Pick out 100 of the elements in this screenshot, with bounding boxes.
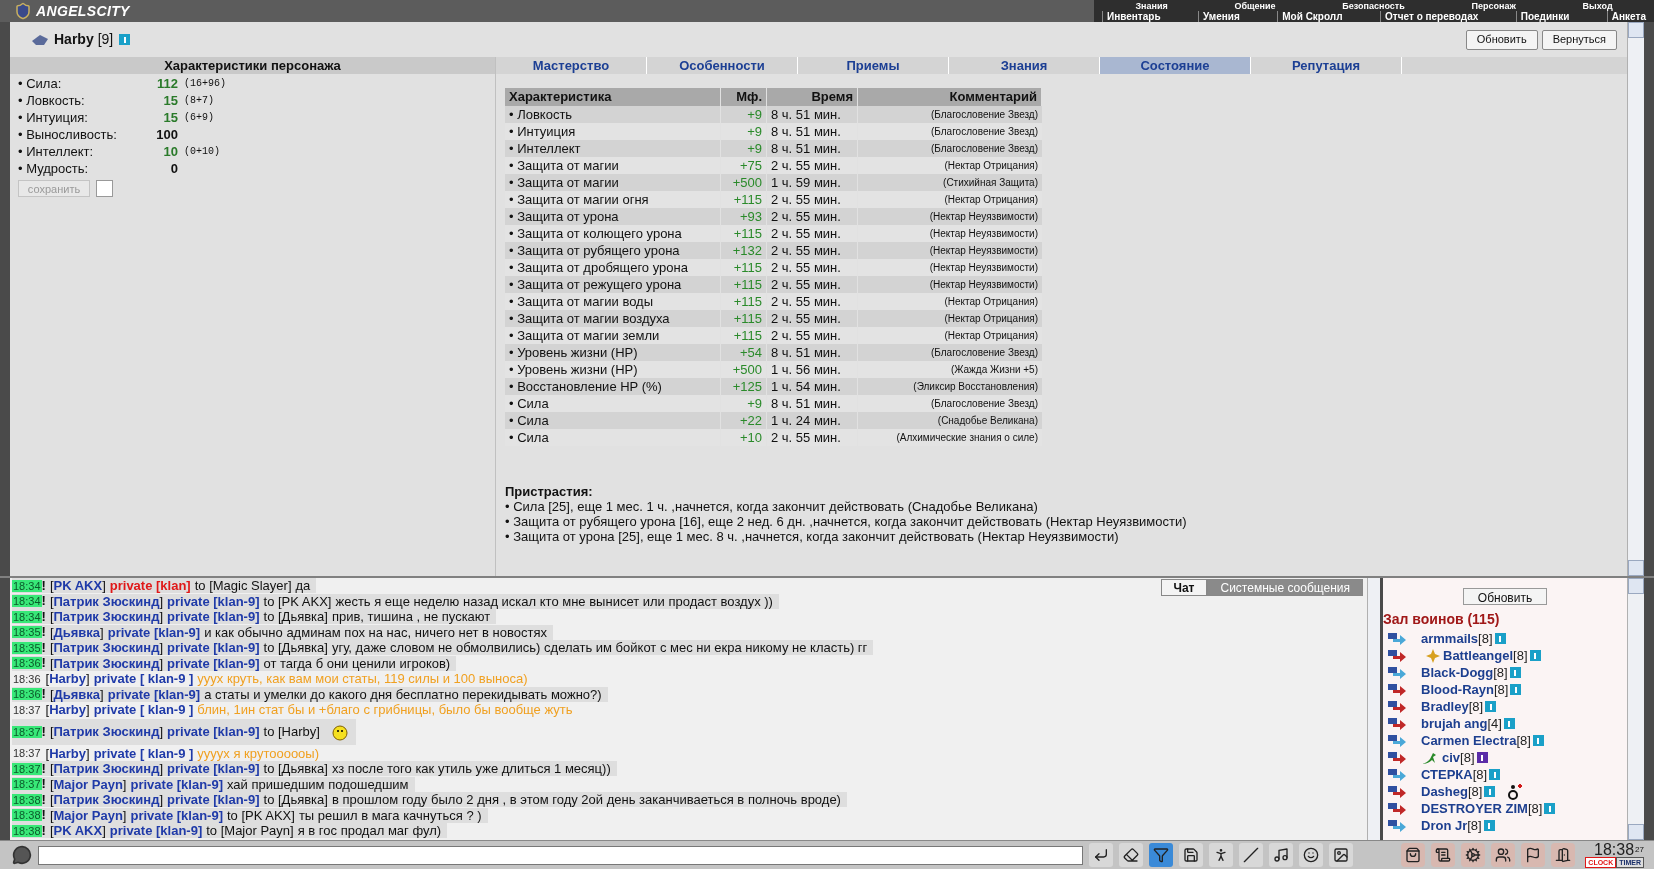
stat-value: 10 bbox=[162, 142, 178, 161]
menu-link[interactable]: Инвентарь bbox=[1102, 10, 1161, 22]
stat-label: • Интуиция: bbox=[18, 108, 89, 127]
table-cell: • Восстановление HP (%) bbox=[505, 378, 721, 395]
game-tool-icon[interactable] bbox=[1491, 843, 1516, 867]
game-tool-icon[interactable] bbox=[1401, 843, 1426, 867]
room-title: Зал воинов (115) bbox=[1383, 610, 1501, 629]
user-level: [8] bbox=[1493, 680, 1509, 699]
chat-message: 18:37 [Harby] private [ klan-9 ] блин, 1ин стат бы и +благо с грибницы, было бы вообще жуть bbox=[12, 702, 574, 718]
chat-message: 18:38! [Патрик Зюскинд] private [klan-9] to [Дьявка] в прошлом году было 2 дня , в этом году 2ой день заканчиваеться в полночь вроде) bbox=[12, 792, 847, 808]
user-level: [8] bbox=[1467, 782, 1483, 801]
chat-message: 18:34! [PK AKX] private [klan] to [Magic Slayer] да bbox=[12, 578, 317, 594]
scrollbar[interactable] bbox=[1627, 22, 1644, 576]
table-cell: +125 bbox=[721, 378, 767, 395]
game-tool-icon[interactable] bbox=[1551, 843, 1576, 867]
chat-tab[interactable]: Чат bbox=[1160, 579, 1208, 596]
user-level: [8] bbox=[1527, 799, 1543, 818]
stat-label: • Мудрость: bbox=[18, 159, 90, 178]
table-cell: 2 ч. 55 мин. bbox=[767, 208, 858, 225]
chat-message: 18:35! [Патрик Зюскинд] private [klan-9] to [Дьявка] угу, даже словом не обмолвились) сделать им бойкот с мес ни екра никому не класть) гг bbox=[12, 640, 874, 656]
table-cell: • Защита от рубящего урона bbox=[505, 242, 721, 259]
toolbar-icon[interactable] bbox=[1239, 843, 1263, 867]
tab[interactable]: Состояние bbox=[1100, 57, 1251, 74]
table-cell: 1 ч. 24 мин. bbox=[767, 412, 858, 429]
chat-message: 18:37! [Патрик Зюскинд] private [klan-9] to [Дьявка] хз после того как утиль уже длиться 1 месяц)) bbox=[12, 761, 617, 777]
addiction-item: • Сила [25], еще 1 мес. 1 ч. ,начнется, когда закончит действовать (Снадобье Великана) bbox=[505, 499, 1039, 514]
user-level: [8] bbox=[1472, 765, 1488, 784]
header-button[interactable]: Вернуться bbox=[1541, 29, 1617, 50]
chat-message: 18:36 [Harby] private [ klan-9 ] ууух круть, как вам мои статы, 119 силы и 100 выноса) bbox=[12, 671, 529, 687]
table-cell: +9 bbox=[721, 140, 767, 157]
user-level: [8] bbox=[1460, 748, 1475, 767]
table-cell: (Благословение Звезд) bbox=[858, 140, 1042, 157]
table-cell: +132 bbox=[721, 242, 767, 259]
toolbar-icon[interactable] bbox=[1179, 843, 1203, 867]
toolbar-icon[interactable] bbox=[1329, 843, 1353, 867]
menu-link[interactable]: Отчет о переводах bbox=[1380, 10, 1479, 22]
menu-link[interactable]: Поединки bbox=[1515, 10, 1570, 22]
table-cell: (Нектар Неуязвимости) bbox=[858, 242, 1042, 259]
table-cell: • Уровень жизни (HP) bbox=[505, 344, 721, 361]
user-level: [8] bbox=[1516, 731, 1531, 750]
message-input[interactable] bbox=[38, 845, 1083, 865]
stat-label: • Ловкость: bbox=[18, 91, 86, 110]
clock-seconds: 27 bbox=[1635, 843, 1644, 856]
table-cell: +93 bbox=[721, 208, 767, 225]
menu-link[interactable]: Умения bbox=[1198, 10, 1240, 22]
toolbar-icon[interactable] bbox=[1299, 843, 1323, 867]
menu-link[interactable]: Знания bbox=[1135, 0, 1168, 11]
panel-title: Характеристики персонажа bbox=[10, 57, 495, 74]
chat-message: 18:34! [Патрик Зюскинд] private [klan-9] to [PK AKX] жесть я еще неделю назад искал кто мне вынисет или продаст воздух )) bbox=[12, 593, 779, 609]
table-cell: (Благословение Звезд) bbox=[858, 106, 1042, 123]
stat-value: 100 bbox=[155, 125, 178, 144]
menu-link[interactable]: Безопасность bbox=[1342, 0, 1405, 11]
menu-link[interactable]: Выход bbox=[1582, 0, 1613, 11]
menu-link[interactable]: Мой Скролл bbox=[1277, 10, 1343, 22]
stat-value: 15 bbox=[162, 91, 178, 110]
shield-logo-icon bbox=[14, 2, 32, 20]
menu-link[interactable]: Общение bbox=[1234, 0, 1276, 11]
info-icon[interactable] bbox=[1476, 752, 1488, 763]
toolbar-icon[interactable] bbox=[1089, 843, 1113, 867]
scrollbar[interactable] bbox=[1367, 578, 1380, 840]
stat-bonus: (6+9) bbox=[184, 111, 214, 125]
checkbox[interactable] bbox=[96, 180, 113, 197]
chat-icon[interactable] bbox=[12, 845, 32, 865]
toolbar-icon[interactable] bbox=[1209, 843, 1233, 867]
toolbar-icon[interactable] bbox=[1149, 843, 1173, 867]
clock-time: 18:38 bbox=[1594, 842, 1635, 857]
stat-value: 15 bbox=[162, 108, 178, 127]
stat-label: • Выносливость: bbox=[18, 125, 118, 144]
scrollbar[interactable] bbox=[1627, 578, 1644, 840]
table-cell: (Эликсир Восстановления) bbox=[858, 378, 1042, 395]
menu-link[interactable]: Анкета bbox=[1606, 10, 1646, 22]
logo[interactable]: ANGELSCITY bbox=[36, 0, 130, 22]
table-cell: (Стихийная Защита) bbox=[858, 174, 1042, 191]
stat-label: • Интеллект: bbox=[18, 142, 95, 161]
table-cell: • Защита от магии воздуха bbox=[505, 310, 721, 327]
game-tool-icon[interactable] bbox=[1521, 843, 1546, 867]
toolbar-icon[interactable] bbox=[1269, 843, 1293, 867]
stat-bonus: (0+10) bbox=[184, 145, 220, 159]
table-cell: +54 bbox=[721, 344, 767, 361]
table-cell: (Снадобье Великана) bbox=[858, 412, 1042, 429]
game-tool-icon[interactable] bbox=[1431, 843, 1456, 867]
chat-message: 18:36! [Дьявка] private [klan-9] а статы и умелки до какого дня бесплатно перекидывать можно?) bbox=[12, 686, 608, 702]
table-cell: 8 ч. 51 мин. bbox=[767, 344, 858, 361]
chat-message: 18:38! [Major Payn] private [klan-9] to [PK AKX] ты решил в мага качнуться ? ) bbox=[12, 807, 488, 823]
column-header: Характеристика bbox=[505, 88, 721, 106]
toolbar-icon[interactable] bbox=[1119, 843, 1143, 867]
header-button[interactable]: Обновить bbox=[1465, 29, 1538, 50]
addiction-item: • Защита от рубящего урона [16], еще 2 нед. 6 дн. ,начнется, когда закончит действовать (Нектар Неуязвимости) bbox=[505, 514, 1188, 529]
column-header: Мф. bbox=[721, 88, 767, 106]
addiction-item: • Защита от урона [25], еще 1 мес. 8 ч. ,начнется, когда закончит действовать (Нектар Неуязвимости) bbox=[505, 529, 1120, 544]
chat-message: 18:37! [Патрик Зюскинд] private [klan-9] to [Harby] bbox=[12, 718, 356, 745]
table-cell: • Защита от урона bbox=[505, 208, 721, 225]
table-cell: 2 ч. 55 мин. bbox=[767, 276, 858, 293]
table-cell: 2 ч. 55 мин. bbox=[767, 242, 858, 259]
character-level: [9] bbox=[97, 30, 114, 49]
menu-link[interactable]: Персонаж bbox=[1471, 0, 1516, 11]
table-cell: 8 ч. 51 мин. bbox=[767, 106, 858, 123]
table-cell: 8 ч. 51 мин. bbox=[767, 140, 858, 157]
refresh-button[interactable]: Обновить bbox=[1462, 588, 1548, 605]
game-tool-icon[interactable] bbox=[1461, 843, 1486, 867]
